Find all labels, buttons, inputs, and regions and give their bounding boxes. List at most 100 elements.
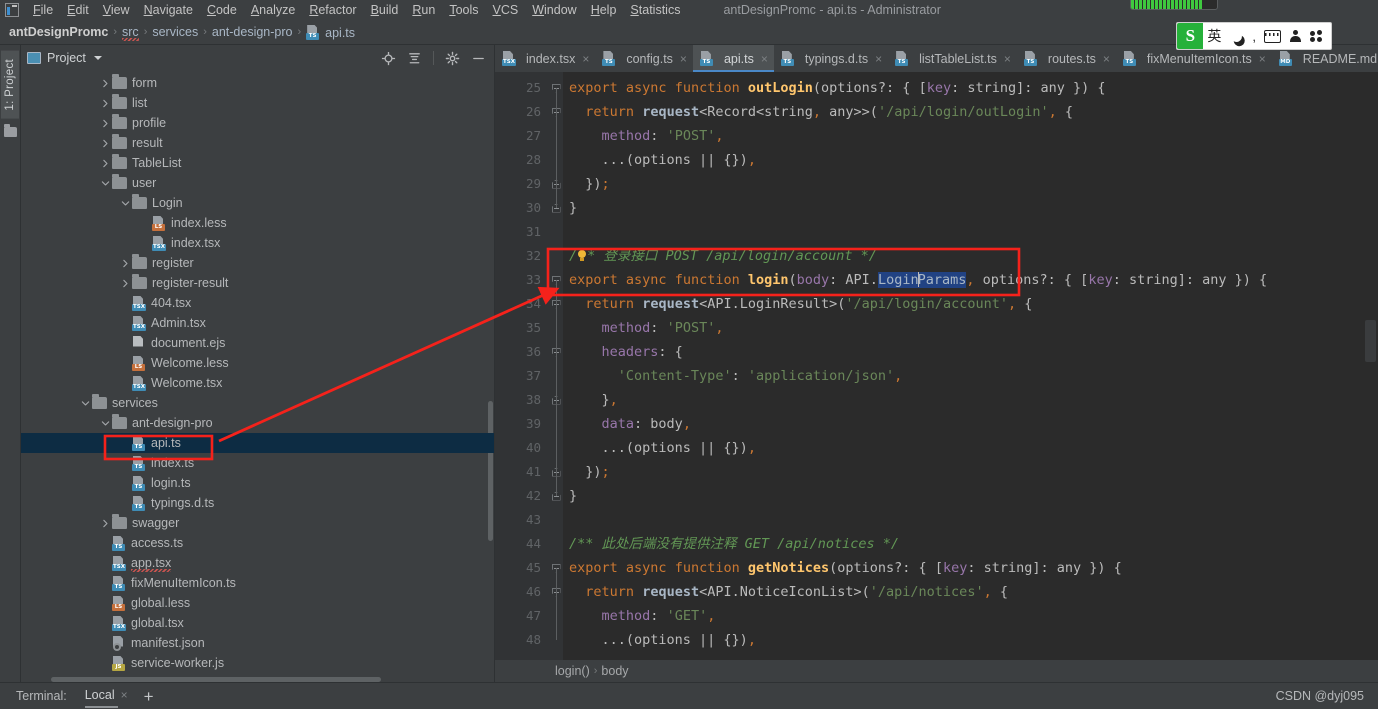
close-icon[interactable]: × [121, 688, 128, 702]
chevron-right-icon[interactable] [99, 513, 112, 533]
code-line[interactable]: return request<API.LoginResult>('/api/lo… [563, 292, 1362, 316]
tree-folder-row[interactable]: list [21, 93, 494, 113]
code-line[interactable]: /** 此处后端没有提供注释 GET /api/notices */ [563, 532, 1362, 556]
breadcrumb-segment-services[interactable]: services [149, 25, 201, 39]
menu-item-code[interactable]: Code [200, 2, 244, 18]
code-line[interactable]: export async function outLogin(options?:… [563, 76, 1362, 100]
editor-tab-config-ts[interactable]: TS config.ts × [595, 45, 693, 72]
close-icon[interactable]: × [1103, 52, 1110, 66]
close-icon[interactable]: × [680, 52, 687, 66]
menu-item-edit[interactable]: Edit [60, 2, 96, 18]
status-breadcrumb-part[interactable]: login() [555, 664, 590, 678]
menu-item-statistics[interactable]: Statistics [623, 2, 687, 18]
tree-file-row[interactable]: TSX Welcome.tsx [21, 373, 494, 393]
code-line[interactable]: export async function getNotices(options… [563, 556, 1362, 580]
code-line[interactable]: return request<API.NoticeIconList>('/api… [563, 580, 1362, 604]
tree-folder-row[interactable]: user [21, 173, 494, 193]
editor-tab-README-md[interactable]: MDREADME.md× [1272, 45, 1378, 72]
clover-icon[interactable] [1306, 29, 1327, 43]
intention-bulb-icon[interactable] [577, 250, 587, 261]
tree-folder-row[interactable]: services [21, 393, 494, 413]
code-line[interactable]: / * 登录接口 POST /api/login/account */ [563, 244, 1362, 268]
tree-file-row[interactable]: TSX index.tsx [21, 233, 494, 253]
editor-vertical-scrollbar[interactable] [1365, 320, 1376, 362]
chevron-right-icon[interactable] [99, 73, 112, 93]
breadcrumb-segment-src[interactable]: src [119, 25, 142, 41]
chevron-right-icon[interactable] [99, 153, 112, 173]
tree-folder-row[interactable]: register-result [21, 273, 494, 293]
menu-item-file[interactable]: File [26, 2, 60, 18]
tree-folder-row[interactable]: form [21, 73, 494, 93]
tree-file-row[interactable]: TS index.ts [21, 453, 494, 473]
close-icon[interactable]: × [761, 52, 768, 66]
code-line[interactable]: 'Content-Type': 'application/json', [563, 364, 1362, 388]
code-line[interactable]: headers: { [563, 340, 1362, 364]
editor-tab-listTableList-ts[interactable]: TS listTableList.ts × [888, 45, 1017, 72]
close-icon[interactable]: × [582, 52, 589, 66]
tree-file-row[interactable]: document.ejs [21, 333, 494, 353]
editor-tab-fixMenuItemIcon-ts[interactable]: TS fixMenuItemIcon.ts × [1116, 45, 1272, 72]
tree-folder-row[interactable]: Login [21, 193, 494, 213]
breadcrumb-segment-ant-design-pro[interactable]: ant-design-pro [209, 25, 296, 39]
tree-file-row[interactable]: TS api.ts [21, 433, 494, 453]
menu-item-tools[interactable]: Tools [442, 2, 485, 18]
code-folding-column[interactable] [549, 72, 563, 660]
code-line[interactable]: }); [563, 460, 1362, 484]
chevron-down-icon[interactable] [99, 173, 112, 193]
code-text-area[interactable]: export async function outLogin(options?:… [563, 72, 1362, 660]
locate-icon[interactable] [381, 51, 396, 66]
close-icon[interactable]: × [1004, 52, 1011, 66]
editor-tab-index-tsx[interactable]: TSX index.tsx × [495, 45, 595, 72]
menu-item-build[interactable]: Build [364, 2, 406, 18]
chevron-right-icon[interactable] [99, 93, 112, 113]
code-line[interactable]: ...(options || {}), [563, 628, 1362, 652]
comma-icon[interactable]: , [1248, 29, 1260, 44]
tree-folder-row[interactable]: TableList [21, 153, 494, 173]
tree-folder-row[interactable]: swagger [21, 513, 494, 533]
structure-folder-icon[interactable] [3, 123, 17, 137]
menu-item-view[interactable]: View [96, 2, 137, 18]
menu-item-run[interactable]: Run [405, 2, 442, 18]
menu-item-analyze[interactable]: Analyze [244, 2, 302, 18]
chevron-right-icon[interactable] [119, 253, 132, 273]
status-breadcrumb-part[interactable]: body [601, 664, 628, 678]
code-line[interactable]: } [563, 196, 1362, 220]
close-icon[interactable]: × [1259, 52, 1266, 66]
tree-folder-row[interactable]: register [21, 253, 494, 273]
tree-file-row[interactable]: manifest.json [21, 633, 494, 653]
chevron-right-icon[interactable] [119, 273, 132, 293]
tree-file-row[interactable]: TSX app.tsx [21, 553, 494, 573]
chevron-down-icon[interactable] [99, 413, 112, 433]
menu-item-vcs[interactable]: VCS [486, 2, 526, 18]
editor-tab-typings-d-ts[interactable]: TS typings.d.ts × [774, 45, 888, 72]
code-line[interactable]: ...(options || {}), [563, 148, 1362, 172]
code-line[interactable]: }); [563, 172, 1362, 196]
moon-icon[interactable] [1225, 31, 1248, 42]
code-line[interactable] [563, 220, 1362, 244]
chevron-down-icon[interactable] [119, 193, 132, 213]
tree-folder-row[interactable]: profile [21, 113, 494, 133]
tree-file-row[interactable]: TS login.ts [21, 473, 494, 493]
tree-file-row[interactable]: TSX Admin.tsx [21, 313, 494, 333]
memory-indicator[interactable] [1130, 0, 1218, 10]
tree-file-row[interactable]: TS access.ts [21, 533, 494, 553]
menu-item-help[interactable]: Help [584, 2, 624, 18]
gear-icon[interactable] [445, 51, 460, 66]
code-line[interactable]: method: 'POST', [563, 124, 1362, 148]
code-line[interactable]: method: 'POST', [563, 316, 1362, 340]
editor-tab-routes-ts[interactable]: TS routes.ts × [1017, 45, 1116, 72]
code-line[interactable]: } [563, 484, 1362, 508]
collapse-all-icon[interactable] [407, 51, 422, 66]
chevron-right-icon[interactable] [99, 113, 112, 133]
chevron-right-icon[interactable] [99, 133, 112, 153]
breadcrumb-segment-antDesignPromc[interactable]: antDesignPromc [6, 25, 111, 39]
menu-item-refactor[interactable]: Refactor [302, 2, 363, 18]
code-line[interactable]: }, [563, 388, 1362, 412]
ime-mode-label[interactable]: 英 [1203, 26, 1225, 46]
code-line[interactable]: export async function login(body: API.Lo… [563, 268, 1362, 292]
code-line[interactable]: return request<Record<string, any>>('/ap… [563, 100, 1362, 124]
tool-window-tab-project[interactable]: 1: Project [1, 51, 19, 119]
tree-file-row[interactable]: TS typings.d.ts [21, 493, 494, 513]
editor-tab-api-ts[interactable]: TS api.ts × [692, 45, 774, 72]
keyboard-icon[interactable] [1260, 29, 1285, 43]
